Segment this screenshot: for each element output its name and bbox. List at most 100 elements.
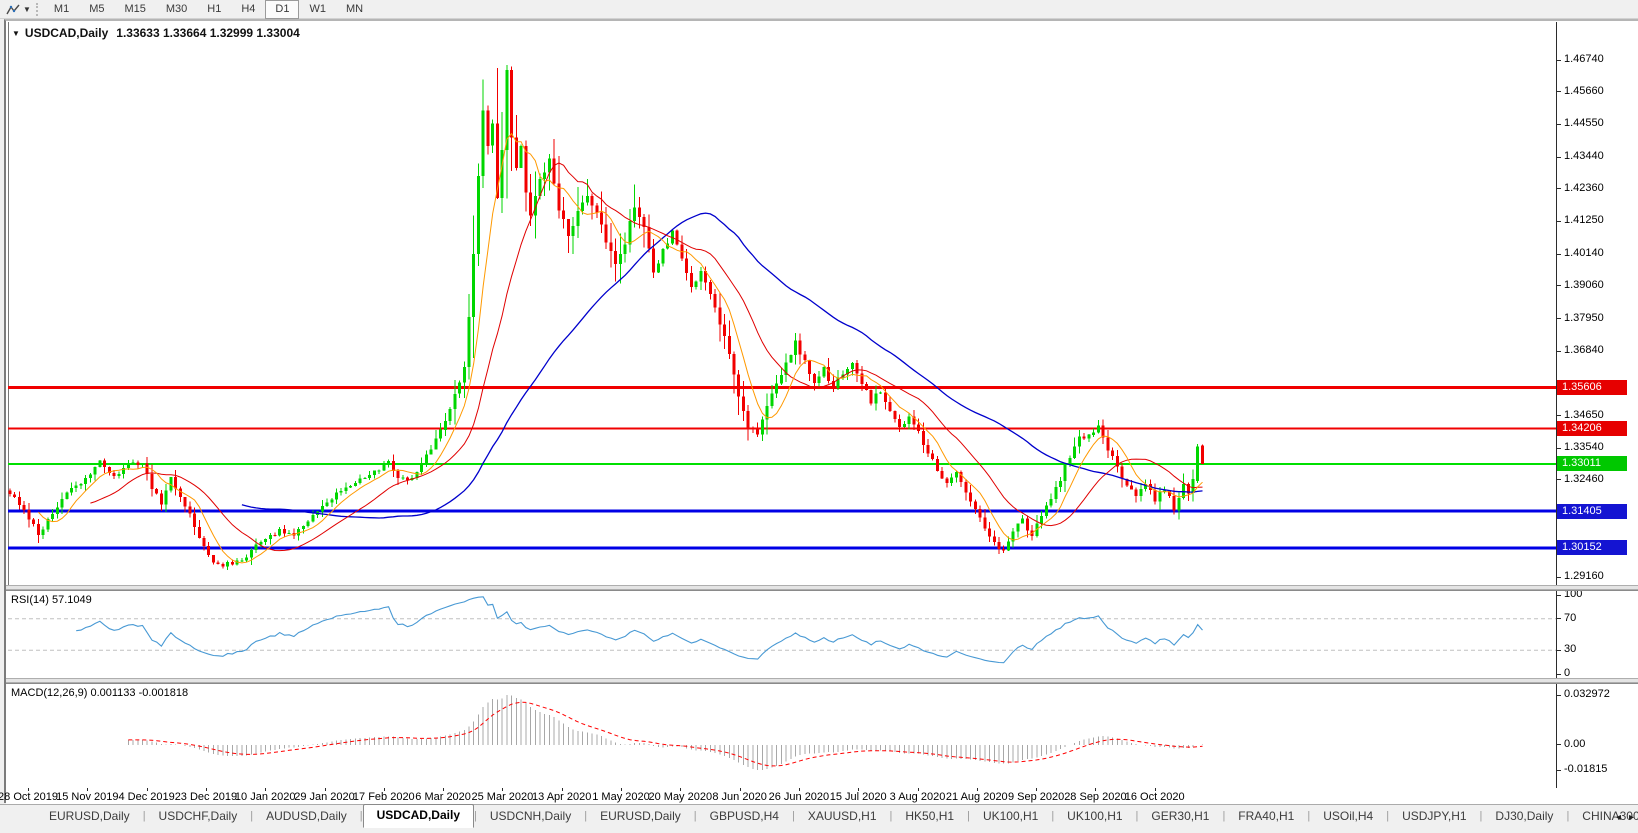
price-tick — [1557, 91, 1561, 93]
macd-tick — [1557, 694, 1561, 696]
dropdown-caret-icon[interactable]: ▼ — [23, 5, 31, 14]
price-tick-label: 1.42360 — [1564, 181, 1604, 194]
chart-tab-eurusd-daily[interactable]: EURUSD,Daily — [587, 806, 694, 827]
price-level-badge: 1.30152 — [1557, 540, 1627, 556]
mt4-application: ▼ M1 M5 M15 M30 H1 H4 D1 W1 MN ▼ USDCAD,Daily 1.33… — [0, 0, 1638, 833]
chart-tab-usdchf-daily[interactable]: USDCHF,Daily — [146, 806, 251, 827]
chart-tab-usdcad-daily[interactable]: USDCAD,Daily — [362, 804, 474, 828]
timeframe-button-h4[interactable]: H4 — [231, 0, 265, 19]
chart-tab-fra40-h1[interactable]: FRA40,H1 — [1225, 806, 1307, 827]
rsi-tick-label: 100 — [1564, 590, 1583, 600]
timeframe-button-m30[interactable]: M30 — [156, 0, 197, 19]
date-label: 16 Oct 2020 — [1124, 791, 1185, 803]
price-tick-label: 1.44550 — [1564, 117, 1604, 130]
collapse-arrow-icon[interactable]: ▼ — [12, 29, 20, 38]
macd-tick-label: -0.01815 — [1564, 763, 1608, 775]
price-tick-label: 1.32460 — [1564, 472, 1604, 485]
price-tick — [1557, 415, 1561, 417]
macd-tick — [1557, 744, 1561, 746]
chart-tab-usoil-h4[interactable]: USOil,H4 — [1310, 806, 1386, 827]
price-level-badge: 1.35606 — [1557, 379, 1627, 395]
price-tick — [1557, 59, 1561, 61]
rsi-tick-label: 70 — [1564, 611, 1577, 624]
tab-scroll-right-icon[interactable]: ▸ — [1629, 812, 1634, 823]
rsi-label: RSI(14) 57.1049 — [11, 594, 92, 606]
rsi-pane: RSI(14) 57.1049 100 70 30 0 — [6, 590, 1638, 678]
rsi-canvas[interactable] — [8, 591, 1556, 678]
macd-tick — [1557, 769, 1561, 771]
price-tick-label: 1.46740 — [1564, 53, 1604, 65]
price-tick — [1557, 156, 1561, 158]
timeframe-buttons: M1 M5 M15 M30 H1 H4 D1 W1 MN — [44, 0, 373, 19]
rsi-tick-label: 30 — [1564, 643, 1577, 656]
price-tick-label: 1.40140 — [1564, 247, 1604, 260]
polyline-tool-icon — [5, 4, 20, 14]
price-tick-label: 1.41250 — [1564, 214, 1604, 227]
chart-tool-icon[interactable] — [3, 1, 23, 17]
price-tick-label: 1.29160 — [1564, 570, 1604, 583]
tab-scroll-left-icon[interactable]: ◂ — [1616, 812, 1621, 823]
price-tick — [1557, 479, 1561, 481]
rsi-tick — [1557, 649, 1561, 651]
chart-tab-bar: EURUSD,Daily | USDCHF,Daily | AUDUSD,Daily | U… — [0, 804, 1638, 828]
price-tick — [1557, 447, 1561, 449]
chart-title: ▼ USDCAD,Daily 1.33633 1.33664 1.32999 1.3… — [12, 26, 300, 40]
macd-label: MACD(12,26,9) 0.001133 -0.001818 — [11, 687, 189, 699]
price-tick-label: 1.45660 — [1564, 84, 1604, 97]
chart-tab-gbpusd-h4[interactable]: GBPUSD,H4 — [697, 806, 792, 827]
macd-pane: MACD(12,26,9) 0.001133 -0.001818 0.03297… — [6, 683, 1638, 788]
chart-tab-ger30-h1[interactable]: GER30,H1 — [1138, 806, 1222, 827]
macd-tick-label: 0.032972 — [1564, 688, 1610, 700]
rsi-tick — [1557, 618, 1561, 620]
price-pane: ▼ USDCAD,Daily 1.33633 1.33664 1.32999 1.3… — [6, 22, 1638, 585]
price-tick — [1557, 576, 1561, 578]
rsi-tick — [1557, 673, 1561, 675]
chart-tab-uk100-h1[interactable]: UK100,H1 — [1054, 806, 1135, 827]
price-tick-label: 1.39060 — [1564, 278, 1604, 291]
timeframe-toolbar: ▼ M1 M5 M15 M30 H1 H4 D1 W1 MN — [0, 0, 1638, 19]
price-chart-canvas[interactable] — [8, 22, 1556, 585]
price-tick — [1557, 123, 1561, 125]
rsi-tick-label: 0 — [1564, 667, 1571, 678]
timeframe-button-m5[interactable]: M5 — [79, 0, 114, 19]
chart-tab-dj30-daily[interactable]: DJ30,Daily — [1482, 806, 1566, 827]
chart-tab-usdcnh-daily[interactable]: USDCNH,Daily — [477, 806, 584, 827]
chart-tab-xauusd-h1[interactable]: XAUUSD,H1 — [795, 806, 890, 827]
price-tick — [1557, 253, 1561, 255]
chart-ohlc-values: 1.33633 1.33664 1.32999 1.33004 — [116, 26, 300, 40]
chart-tab-audusd-daily[interactable]: AUDUSD,Daily — [253, 806, 360, 827]
chart-tab-hk50-h1[interactable]: HK50,H1 — [892, 806, 967, 827]
price-level-badge: 1.31405 — [1557, 503, 1627, 519]
price-tick — [1557, 188, 1561, 190]
price-axis[interactable]: 1.46740 1.45660 1.44550 1.43440 1.42360 1.412… — [1556, 22, 1638, 585]
timeframe-button-m15[interactable]: M15 — [114, 0, 155, 19]
price-tick — [1557, 318, 1561, 319]
price-tick — [1557, 350, 1561, 352]
price-level-badge: 1.34206 — [1557, 421, 1627, 437]
rsi-axis[interactable]: 100 70 30 0 — [1556, 591, 1638, 678]
price-tick-label: 1.37950 — [1564, 311, 1604, 324]
timeframe-button-m1[interactable]: M1 — [44, 0, 79, 19]
macd-tick-label: 0.00 — [1564, 737, 1586, 750]
chart-symbol-period: USDCAD,Daily — [24, 26, 109, 40]
chart-tab-uk100-h1[interactable]: UK100,H1 — [970, 806, 1051, 827]
price-tick — [1557, 220, 1561, 222]
timeframe-button-mn[interactable]: MN — [336, 0, 373, 19]
timeframe-button-w1[interactable]: W1 — [299, 0, 336, 19]
chart-tab-usdjpy-h1[interactable]: USDJPY,H1 — [1389, 806, 1479, 827]
toolbar-grip[interactable] — [35, 2, 38, 16]
price-tick-label: 1.33540 — [1564, 441, 1604, 454]
timeframe-button-d1[interactable]: D1 — [265, 0, 300, 19]
timeframe-button-h1[interactable]: H1 — [197, 0, 231, 19]
price-tick-label: 1.43440 — [1564, 150, 1604, 163]
tab-scroll-nav: ◂ ▸ — [1616, 812, 1634, 823]
macd-canvas[interactable] — [8, 684, 1556, 788]
rsi-tick — [1557, 594, 1561, 596]
chart-tab-eurusd-daily[interactable]: EURUSD,Daily — [36, 806, 143, 827]
macd-axis[interactable]: 0.032972 0.00 -0.01815 — [1556, 684, 1638, 788]
price-tick — [1557, 285, 1561, 287]
date-axis[interactable]: 28 Oct 2019 15 Nov 2019 4 Dec 2019 23 Dec 2… — [0, 788, 1638, 805]
chart-window: ▼ USDCAD,Daily 1.33633 1.33664 1.32999 1.3… — [0, 19, 1638, 805]
price-tick-label: 1.36840 — [1564, 344, 1604, 357]
price-level-badge: 1.33011 — [1557, 456, 1627, 472]
